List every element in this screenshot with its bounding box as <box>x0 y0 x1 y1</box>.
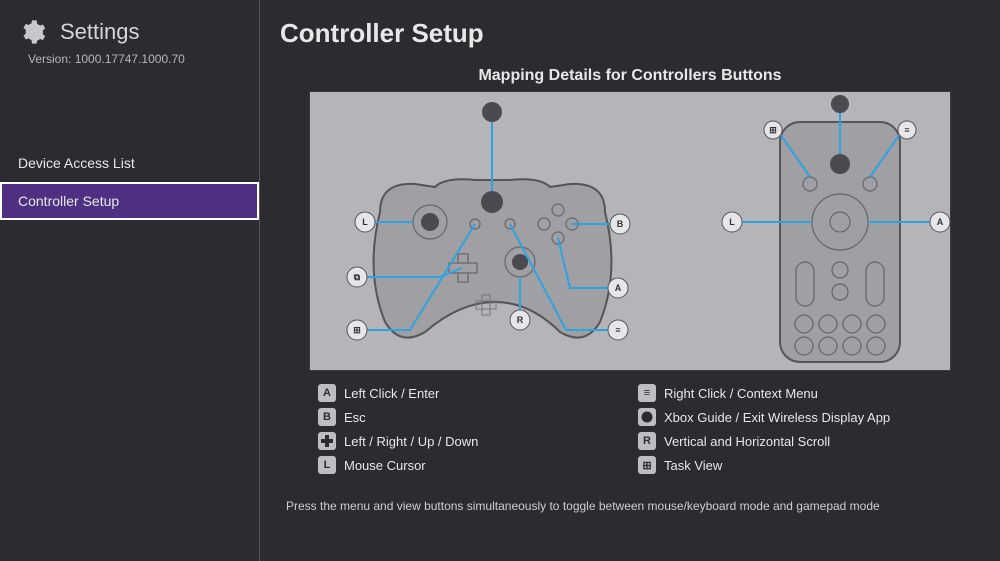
legend-row-a: A Left Click / Enter <box>310 381 630 405</box>
legend-right-column: ≡ Right Click / Context Menu Xbox Guide … <box>630 381 950 477</box>
xbox-controller-drawing <box>374 179 612 337</box>
controller-mapping-diagram: L ⧉ R A B ≡ ⊞ <box>309 91 951 371</box>
sidebar-header: Settings <box>0 18 259 46</box>
legend-text: Left Click / Enter <box>344 386 439 401</box>
legend-row-menu: ≡ Right Click / Context Menu <box>630 381 950 405</box>
svg-text:⊞: ⊞ <box>353 325 361 335</box>
media-remote-drawing <box>780 122 900 362</box>
settings-title: Settings <box>60 19 140 45</box>
legend-row-b: B Esc <box>310 405 630 429</box>
b-button-icon: B <box>318 408 336 426</box>
legend-row-dpad: Left / Right / Up / Down <box>310 429 630 453</box>
legend-text: Right Click / Context Menu <box>664 386 818 401</box>
legend-text: Left / Right / Up / Down <box>344 434 478 449</box>
svg-text:A: A <box>615 283 622 293</box>
main-panel: Controller Setup Mapping Details for Con… <box>260 0 1000 561</box>
legend-row-xbox: Xbox Guide / Exit Wireless Display App <box>630 405 950 429</box>
diagram-subtitle: Mapping Details for Controllers Buttons <box>280 67 980 85</box>
svg-text:⧉: ⧉ <box>354 272 361 282</box>
sidebar: Settings Version: 1000.17747.1000.70 Dev… <box>0 0 260 561</box>
legend-left-column: A Left Click / Enter B Esc Left / Right … <box>310 381 630 477</box>
svg-text:L: L <box>362 217 368 227</box>
svg-text:≡: ≡ <box>904 125 909 135</box>
sidebar-item-controller-setup[interactable]: Controller Setup <box>0 182 259 220</box>
right-stick-icon: R <box>638 432 656 450</box>
gear-icon <box>18 18 46 46</box>
view-button-icon: ⊞ <box>638 456 656 474</box>
svg-text:≡: ≡ <box>615 325 620 335</box>
legend-text: Esc <box>344 410 366 425</box>
dpad-icon <box>318 432 336 450</box>
legend-text: Vertical and Horizontal Scroll <box>664 434 830 449</box>
legend-text: Task View <box>664 458 722 473</box>
a-button-icon: A <box>318 384 336 402</box>
left-stick-icon: L <box>318 456 336 474</box>
svg-text:R: R <box>517 315 524 325</box>
legend-text: Mouse Cursor <box>344 458 426 473</box>
svg-text:L: L <box>729 217 735 227</box>
page-title: Controller Setup <box>280 18 980 49</box>
legend-row-rstick: R Vertical and Horizontal Scroll <box>630 429 950 453</box>
instruction-footer: Press the menu and view buttons simultan… <box>280 499 980 513</box>
legend-row-lstick: L Mouse Cursor <box>310 453 630 477</box>
menu-button-icon: ≡ <box>638 384 656 402</box>
svg-text:B: B <box>617 219 624 229</box>
app-root: Settings Version: 1000.17747.1000.70 Dev… <box>0 0 1000 561</box>
svg-text:A: A <box>937 217 944 227</box>
mapping-legend: A Left Click / Enter B Esc Left / Right … <box>310 381 950 477</box>
sidebar-nav: Device Access List Controller Setup <box>0 144 259 220</box>
sidebar-item-device-access-list[interactable]: Device Access List <box>0 144 259 182</box>
xbox-guide-icon <box>638 408 656 426</box>
legend-row-view: ⊞ Task View <box>630 453 950 477</box>
legend-text: Xbox Guide / Exit Wireless Display App <box>664 410 890 425</box>
svg-text:⊞: ⊞ <box>769 125 777 135</box>
version-label: Version: 1000.17747.1000.70 <box>0 46 259 66</box>
